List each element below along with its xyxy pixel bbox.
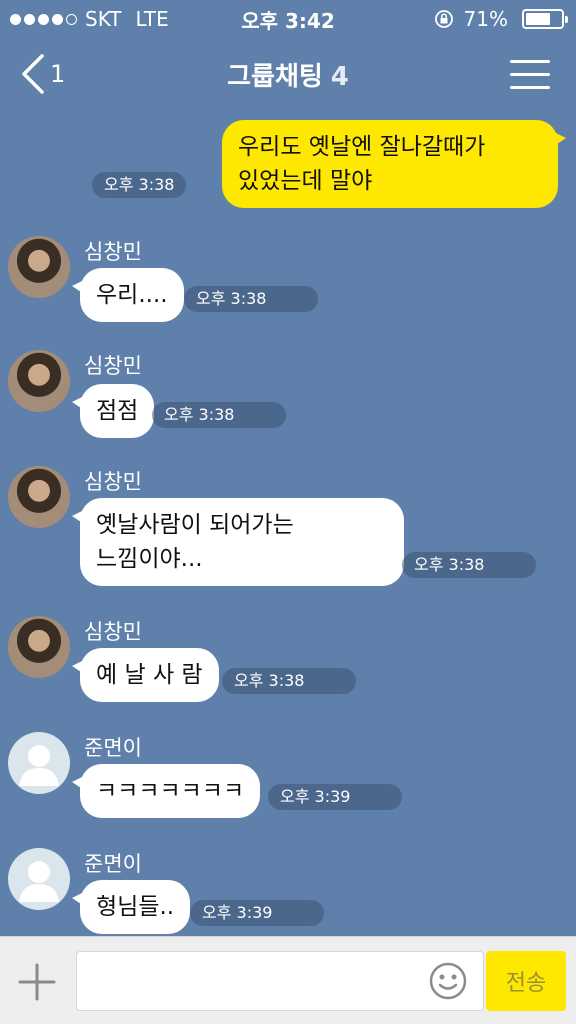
chat-title-text: 그룹채팅 — [227, 62, 323, 92]
network-type: LTE — [135, 7, 169, 31]
incoming-message[interactable]: ㅋㅋㅋㅋㅋㅋㅋ — [71, 764, 261, 818]
battery-percent: 71% — [463, 7, 508, 31]
message-time: 오후 3:39 — [268, 784, 402, 810]
avatar[interactable] — [8, 236, 70, 298]
plus-icon[interactable] — [16, 961, 58, 1003]
avatar[interactable] — [8, 350, 70, 412]
emoji-icon[interactable] — [428, 961, 468, 1001]
member-count: 4 — [330, 62, 349, 92]
default-profile-icon — [19, 861, 59, 902]
battery-level — [526, 13, 551, 25]
battery-icon — [522, 9, 568, 29]
rotation-lock-icon — [434, 10, 453, 28]
menu-button[interactable] — [510, 60, 550, 92]
chat-messages[interactable]: 오후 3:38 우리도 옛날엔 잘나갈때가 있었는데 말야 심창민 우리....… — [0, 114, 576, 936]
sender-name: 준면이 — [84, 852, 142, 876]
send-button[interactable]: 전송 — [486, 951, 566, 1011]
sender-name: 준면이 — [84, 736, 142, 760]
default-profile-icon — [19, 745, 59, 786]
message-input[interactable] — [76, 951, 484, 1011]
incoming-message[interactable]: 우리.... — [72, 268, 184, 322]
avatar[interactable] — [8, 466, 70, 528]
avatar[interactable] — [8, 616, 70, 678]
outgoing-message[interactable]: 우리도 옛날엔 잘나갈때가 있었는데 말야 — [222, 120, 566, 208]
avatar[interactable] — [8, 732, 70, 794]
incoming-message[interactable]: 예 날 사 람 — [72, 648, 219, 702]
message-time: 오후 3:38 — [402, 552, 536, 578]
message-time: 오후 3:38 — [222, 668, 356, 694]
incoming-message[interactable]: 점점 — [71, 384, 155, 438]
hamburger-icon — [510, 60, 550, 63]
sender-name: 심창민 — [84, 240, 142, 264]
message-time: 오후 3:38 — [92, 172, 187, 198]
message-time: 오후 3:38 — [184, 286, 318, 312]
message-time: 오후 3:39 — [190, 900, 324, 926]
avatar[interactable] — [8, 848, 70, 910]
sender-name: 심창민 — [84, 354, 142, 378]
nav-bar: 1 그룹채팅 4 — [0, 38, 576, 114]
message-input-bar: 전송 — [0, 936, 576, 1024]
sender-name: 심창민 — [84, 620, 142, 644]
message-time: 오후 3:38 — [152, 402, 286, 428]
incoming-message[interactable]: 형님들.. — [71, 880, 191, 934]
status-bar: SKT LTE 오후 3:42 71% — [0, 0, 576, 38]
signal-strength-icon — [10, 13, 77, 25]
chat-title: 그룹채팅 4 — [0, 56, 576, 93]
carrier-name: SKT — [85, 7, 122, 31]
incoming-message[interactable]: 옛날사람이 되어가는 느낌이야... — [72, 498, 404, 586]
sender-name: 심창민 — [84, 470, 142, 494]
